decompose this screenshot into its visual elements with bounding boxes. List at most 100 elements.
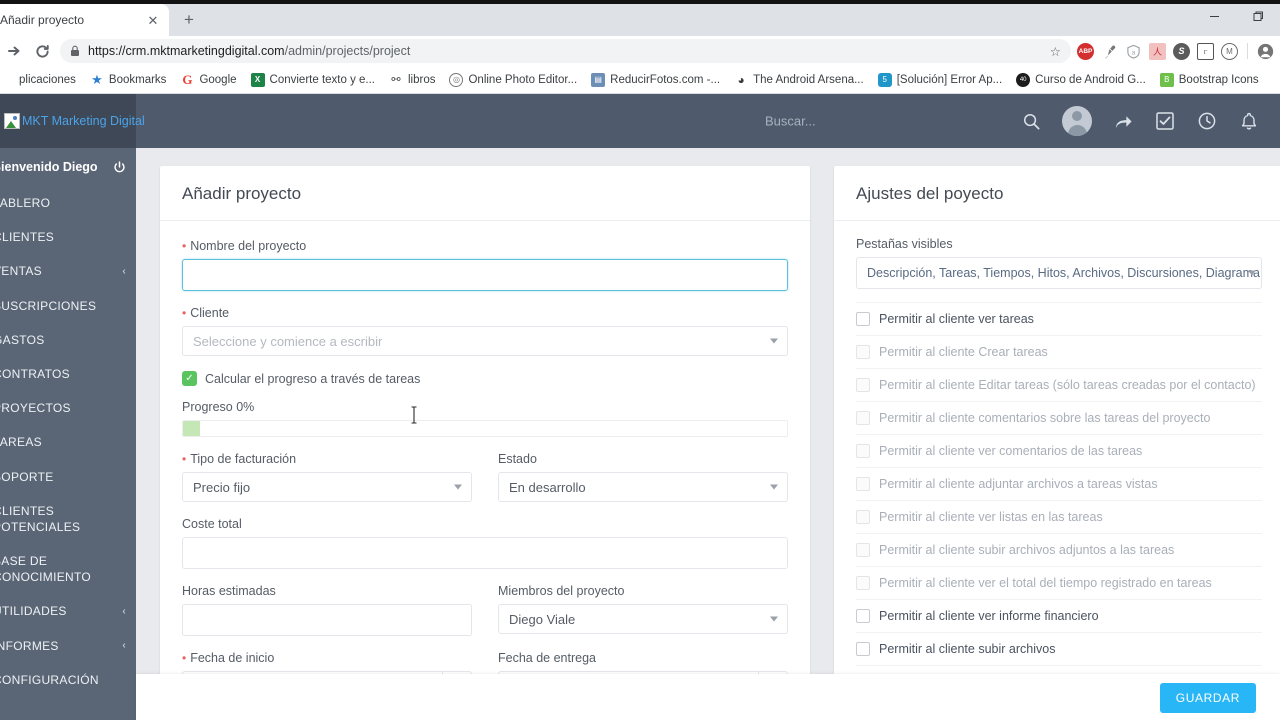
label-text: Tipo de facturación [190,452,297,466]
permission-row[interactable]: Permitir al cliente adjuntar archivos a … [856,468,1262,501]
bookmark-star-icon[interactable]: ☆ [1050,44,1061,59]
address-bar[interactable]: https://crm.mktmarketingdigital.com/admi… [60,39,1071,63]
permission-checkbox[interactable] [856,510,870,524]
header-search-placeholder[interactable]: Buscar... [765,114,816,129]
sidebar-item-contratos[interactable]: CONTRATOS [0,357,136,391]
sidebar-item-base-de-conocimiento[interactable]: BASE DE CONOCIMIENTO [0,544,136,594]
permission-checkbox[interactable] [856,543,870,557]
project-name-input[interactable] [182,259,788,291]
save-button[interactable]: GUARDAR [1159,683,1256,713]
permission-checkbox[interactable] [856,642,870,656]
bookmark-item[interactable]: ◎ Online Photo Editor... [442,71,584,89]
forward-button[interactable] [0,37,28,65]
permission-checkbox[interactable] [856,312,870,326]
sidebar-item-tareas[interactable]: TAREAS [0,425,136,459]
adobe-acrobat-icon[interactable]: 人 [1149,42,1166,60]
app-logo[interactable]: MKT Marketing Digital [0,94,145,148]
tab-close-icon[interactable]: ✕ [145,12,161,28]
share-icon[interactable] [1112,110,1134,132]
permission-checkbox[interactable] [856,444,870,458]
permission-label: Permitir al cliente subir archivos [879,642,1056,656]
billing-type-select[interactable]: Precio fijo [182,472,472,502]
sidebar-item-label: UTILIDADES [0,604,67,619]
sidebar-item-label: SUSCRIPCIONES [0,298,97,313]
adblock-plus-icon[interactable]: ABP [1077,42,1094,60]
bookmark-item[interactable]: plicaciones [0,71,83,89]
permission-row[interactable]: Permitir al cliente Crear tareas [856,336,1262,369]
calc-progress-row[interactable]: ✓ Calcular el progreso a través de tarea… [182,371,788,386]
reload-button[interactable] [28,37,56,65]
permission-row[interactable]: Permitir al cliente subir archivos [856,633,1262,666]
bookmark-item[interactable]: ▤ ReducirFotos.com -... [584,71,727,89]
search-icon[interactable] [1020,110,1042,132]
sidebar-item-clientes-potenciales[interactable]: CLIENTES POTENCIALES [0,494,136,544]
browser-tab[interactable]: Añadir proyecto ✕ [0,4,169,36]
bookmark-item[interactable]: G Google [173,71,243,89]
sidebar-item-suscripciones[interactable]: SUSCRIPCIONES [0,289,136,323]
power-icon[interactable] [113,160,126,174]
project-settings-panel: Ajustes del poyecto Pestañas visibles De… [834,166,1280,681]
sidebar-item-configuracion[interactable]: CONFIGURACIÓN [0,663,136,697]
momentum-icon[interactable]: M [1221,42,1238,60]
sidebar-item-gastos[interactable]: GASTOS [0,323,136,357]
avatar[interactable] [1062,106,1092,136]
project-members-select[interactable]: Diego Viale [498,604,788,634]
bookmark-item[interactable]: ◕ The Android Arsena... [727,71,871,89]
bell-icon[interactable] [1238,110,1260,132]
sidebar-item-proyectos[interactable]: PROYECTOS [0,391,136,425]
skype-icon[interactable]: S [1173,42,1190,60]
profile-icon[interactable] [1257,43,1274,60]
permission-checkbox[interactable] [856,345,870,359]
bookmark-item[interactable]: 5 [Solución] Error Ap... [871,71,1009,89]
client-select[interactable]: Seleccione y comience a escribir [182,326,788,356]
permission-row[interactable]: Permitir al cliente ver informe financie… [856,600,1262,633]
maximize-button[interactable] [1236,0,1280,32]
bookmark-item[interactable]: X Convierte texto y e... [244,71,382,89]
status-label: Estado [498,452,788,466]
permission-row[interactable]: Permitir al cliente ver comentarios de l… [856,435,1262,468]
sidebar-item-soporte[interactable]: SOPORTE [0,460,136,494]
permission-checkbox[interactable] [856,378,870,392]
permission-row[interactable]: Permitir al cliente subir archivos adjun… [856,534,1262,567]
progress-fill [183,421,200,436]
total-cost-input[interactable] [182,537,788,569]
sidebar-item-clientes[interactable]: CLIENTES [0,220,136,254]
main-content: Añadir proyecto • Nombre del proyecto • [136,148,1280,720]
bookmark-item[interactable]: ⚯ libros [382,71,442,89]
permission-row[interactable]: Permitir al cliente comentarios sobre la… [856,402,1262,435]
eyedropper-icon[interactable] [1101,43,1118,60]
permission-checkbox[interactable] [856,609,870,623]
minimize-button[interactable] [1192,0,1236,32]
permission-checkbox[interactable] [856,576,870,590]
clock-icon[interactable] [1196,110,1218,132]
bookmark-item[interactable]: B Bootstrap Icons [1153,71,1266,89]
bookmark-label: ReducirFotos.com -... [610,73,721,86]
window-controls [1192,0,1280,32]
grammarly-icon[interactable]: Γ [1197,42,1214,60]
project-members-field: Miembros del proyecto Diego Viale [498,584,788,636]
calc-progress-checkbox[interactable]: ✓ [182,371,197,386]
sidebar-item-ventas[interactable]: VENTAS ‹ [0,254,136,288]
permission-checkbox[interactable] [856,477,870,491]
permission-row[interactable]: Permitir al cliente ver el total del tie… [856,567,1262,600]
books-icon: ⚯ [391,74,401,86]
avast-icon[interactable]: a [1125,43,1142,60]
sidebar-item-tablero[interactable]: TABLERO [0,186,136,220]
bookmark-item[interactable]: 40 Curso de Android G... [1009,71,1153,89]
sidebar-item-utilidades[interactable]: UTILIDADES ‹ [0,594,136,628]
permission-row[interactable]: Permitir al cliente ver tareas [856,302,1262,336]
estimated-hours-input[interactable] [182,604,472,636]
client-field: • Cliente Seleccione y comience a escrib… [182,306,788,356]
new-tab-button[interactable]: + [175,6,203,34]
tab-strip: Añadir proyecto ✕ + [0,0,1280,36]
permission-checkbox[interactable] [856,411,870,425]
sidebar-item-informes[interactable]: INFORMES ‹ [0,629,136,663]
total-cost-label: Coste total [182,517,788,531]
star-icon: ★ [91,72,103,87]
todo-icon[interactable] [1154,110,1176,132]
visible-tabs-select[interactable]: Descripción, Tareas, Tiempos, Hitos, Arc… [856,257,1262,289]
status-select[interactable]: En desarrollo [498,472,788,502]
permission-row[interactable]: Permitir al cliente Editar tareas (sólo … [856,369,1262,402]
permission-row[interactable]: Permitir al cliente ver listas en las ta… [856,501,1262,534]
bookmark-item[interactable]: ★ Bookmarks [83,71,174,89]
